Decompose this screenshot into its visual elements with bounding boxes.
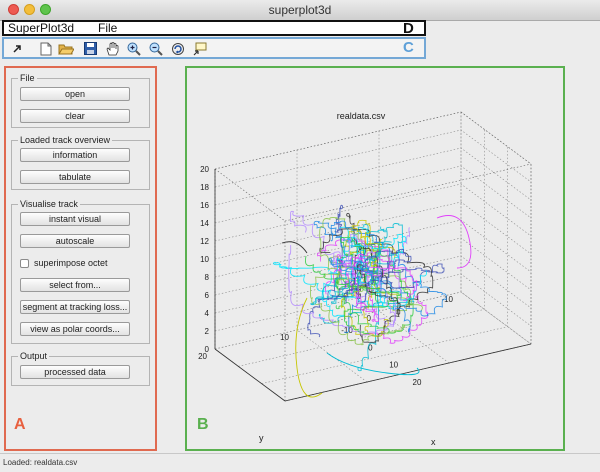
- status-text: Loaded: realdata.csv: [3, 458, 78, 467]
- chart-title: realdata.csv: [337, 111, 386, 121]
- control-panel: File open clear Loaded track overview in…: [4, 66, 157, 451]
- menu-superplot3d[interactable]: SuperPlot3d: [8, 22, 74, 34]
- y-axis-label: y: [259, 433, 264, 443]
- z-tick-label: 18: [200, 183, 209, 192]
- z-tick-label: 10: [200, 255, 209, 264]
- grid-line-z: [214, 291, 532, 350]
- pan-hand-icon[interactable]: [104, 41, 120, 56]
- tabulate-button[interactable]: tabulate: [20, 170, 130, 184]
- annotation-label-c: C: [403, 39, 414, 56]
- superimpose-octet-checkbox[interactable]: [20, 259, 29, 268]
- open-folder-icon[interactable]: [58, 41, 74, 56]
- plot-panel: 0 2 4 6 8 10 12 14 16 18 20 -10 0 10 20 -10 0 10 20 y x reald…: [185, 66, 565, 451]
- z-tick-label: 8: [205, 273, 210, 282]
- grid-line-z: [214, 129, 532, 188]
- segment-button[interactable]: segment at tracking loss...: [20, 300, 130, 314]
- window-title: superplot3d: [268, 3, 332, 17]
- grid-line-y: [214, 169, 286, 402]
- z-tick-label: 12: [200, 237, 209, 246]
- axis-box-edge: [214, 168, 286, 222]
- file-group-title: File: [18, 73, 37, 84]
- z-tick-label: 6: [205, 291, 210, 300]
- visualise-group: Visualise track instant visual autoscale…: [11, 199, 150, 344]
- status-bar: [0, 453, 600, 472]
- output-group: Output processed data: [11, 351, 150, 386]
- grid-line-x: [284, 164, 532, 402]
- menubar: SuperPlot3d File D: [2, 20, 426, 36]
- z-tick-label: 4: [205, 309, 210, 318]
- grid-line-x: [261, 146, 508, 384]
- instant-visual-button[interactable]: instant visual: [20, 212, 130, 226]
- information-button[interactable]: information: [20, 148, 130, 162]
- grid-line-z: [214, 183, 532, 242]
- z-tick-label: 2: [205, 327, 210, 336]
- zoom-in-icon[interactable]: [126, 41, 142, 56]
- file-group: File open clear: [11, 73, 150, 128]
- trajectory-line: [326, 352, 420, 376]
- plot-3d[interactable]: 02468101214161820-1001020-1001020y xreald…: [187, 68, 563, 449]
- z-tick-label: 14: [200, 219, 209, 228]
- x-tick-label: 20: [413, 378, 422, 387]
- x-axis-label: x: [431, 437, 436, 447]
- axis-line: [284, 343, 532, 402]
- autoscale-button[interactable]: autoscale: [20, 234, 130, 248]
- rotate-3d-icon[interactable]: [170, 41, 186, 56]
- z-tick-label: 16: [200, 201, 209, 210]
- annotation-label-b: B: [197, 416, 209, 433]
- annotation-label-d: D: [403, 20, 414, 37]
- axis-box-edge: [460, 111, 532, 165]
- axis-box-edge: [284, 163, 532, 222]
- zoom-out-icon[interactable]: [148, 41, 164, 56]
- overview-group-title: Loaded track overview: [18, 135, 113, 146]
- annotation-label-a: A: [14, 416, 26, 433]
- trajectory-line: [436, 215, 472, 269]
- select-from-button[interactable]: select from...: [20, 278, 130, 292]
- open-button[interactable]: open: [20, 87, 130, 101]
- grid-line-z: [214, 165, 532, 224]
- grid-line-z: [214, 147, 532, 206]
- menu-file[interactable]: File: [98, 22, 117, 34]
- trajectory-line: [281, 241, 308, 254]
- polar-coords-button[interactable]: view as polar coords...: [20, 322, 130, 336]
- axis-line: [214, 348, 286, 402]
- toolbar: C: [2, 37, 426, 59]
- output-group-title: Output: [18, 351, 50, 362]
- visualise-group-title: Visualise track: [18, 199, 80, 210]
- processed-data-button[interactable]: processed data: [20, 365, 130, 379]
- data-cursor-icon[interactable]: [192, 41, 208, 56]
- new-file-icon[interactable]: [38, 41, 54, 56]
- z-tick-label: 20: [200, 165, 209, 174]
- x-tick-label: 10: [389, 361, 398, 370]
- clear-button[interactable]: clear: [20, 109, 130, 123]
- overview-group: Loaded track overview information tabula…: [11, 135, 150, 190]
- y-tick-label: 20: [198, 352, 207, 361]
- dock-arrow-icon[interactable]: [10, 41, 26, 56]
- y-tick-label: 10: [280, 333, 289, 342]
- trajectory-line: [295, 297, 323, 398]
- superimpose-octet-label: superimpose octet: [34, 258, 108, 268]
- save-icon[interactable]: [82, 41, 98, 56]
